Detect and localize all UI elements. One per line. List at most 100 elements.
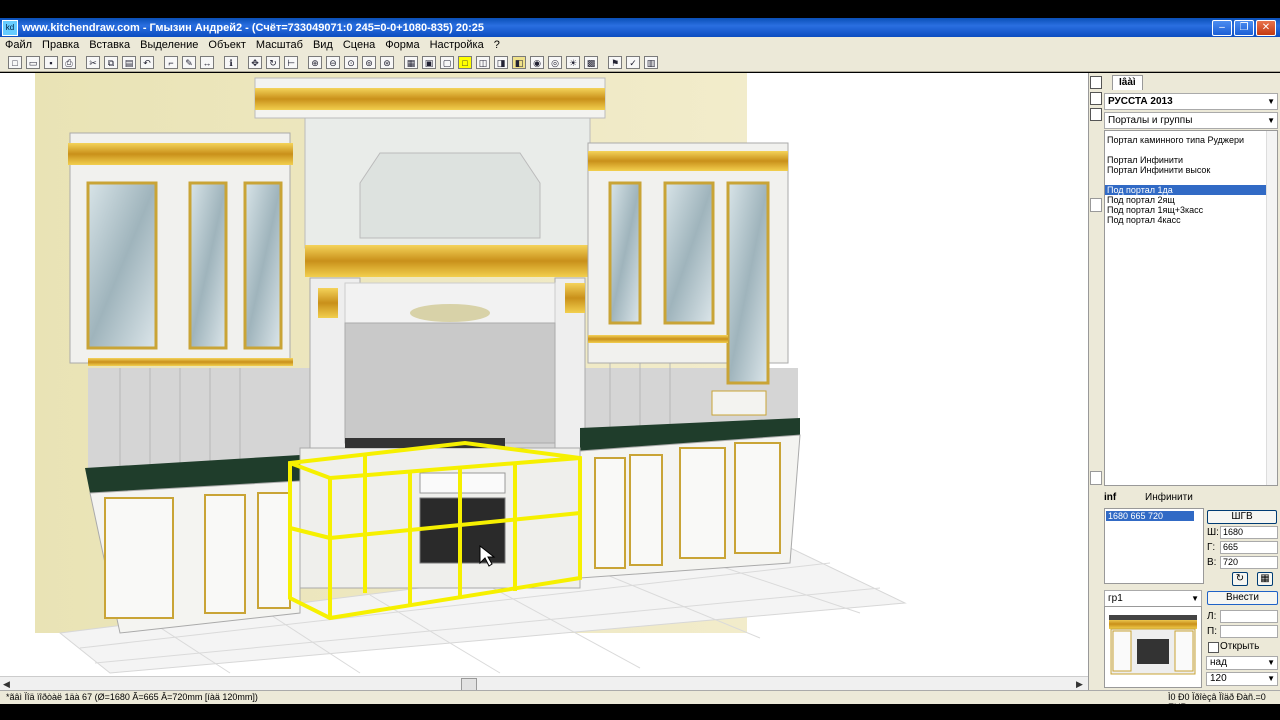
black-bottom-band <box>0 704 1280 720</box>
menu-edit[interactable]: Правка <box>37 39 84 51</box>
plan-view-icon[interactable]: ▦ <box>404 55 418 69</box>
scroll-left-icon[interactable]: ◀ <box>3 677 10 691</box>
status-left: *ãâì Ïîä ïîðòàë 1äà 67 (Ø=1680 Ã=665 Â=7… <box>6 692 258 702</box>
app-icon: kd <box>2 19 18 36</box>
list-item-selected[interactable]: Под портал 1да <box>1105 185 1277 195</box>
3d-viewport[interactable] <box>0 73 1088 676</box>
list-item[interactable] <box>1105 145 1277 155</box>
render-icon[interactable]: ◧ <box>512 55 526 69</box>
open-label: Открыть <box>1220 641 1260 652</box>
cut-icon[interactable]: ✂ <box>86 55 100 69</box>
width-field[interactable]: 1680 <box>1220 526 1278 539</box>
catalog-panel: Iâàì РУССТА 2013 ▼ Порталы и группы ▼ Порт… <box>1102 73 1280 690</box>
save-icon[interactable]: ▪ <box>44 55 58 69</box>
paste-icon[interactable]: ▤ <box>122 55 136 69</box>
stairs-icon[interactable]: ⌐ <box>164 55 178 69</box>
menu-object[interactable]: Объект <box>203 39 250 51</box>
rotate-icon[interactable]: ↻ <box>266 55 280 69</box>
menu-select[interactable]: Выделение <box>135 39 203 51</box>
list-item[interactable]: Портал Инфинити высок <box>1105 165 1277 175</box>
scroll-right-icon[interactable]: ▶ <box>1076 677 1083 691</box>
measure-icon[interactable]: ↔ <box>200 55 214 69</box>
depth-label: Г: <box>1207 542 1216 553</box>
perspective-icon[interactable]: ◫ <box>476 55 490 69</box>
menu-help[interactable]: ? <box>489 39 505 51</box>
menu-file[interactable]: Файл <box>0 39 37 51</box>
zoom-all-icon[interactable]: ⊚ <box>362 55 376 69</box>
width-label: Ш: <box>1207 527 1219 538</box>
wall-view-icon[interactable]: ▢ <box>440 55 454 69</box>
panel-tool-2-icon[interactable] <box>1090 92 1102 105</box>
move-icon[interactable]: ✥ <box>248 55 262 69</box>
zoom-in-icon[interactable]: ⊕ <box>308 55 322 69</box>
right-field[interactable] <box>1220 625 1278 638</box>
offset-select[interactable]: 120 ▼ <box>1206 672 1278 686</box>
calculator-icon[interactable]: ▦ <box>1257 572 1273 586</box>
copy-icon[interactable]: ⧉ <box>104 55 118 69</box>
right-cornice <box>588 151 788 171</box>
kitchen-render <box>35 73 907 674</box>
flag-icon[interactable]: ⚑ <box>608 55 622 69</box>
close-button[interactable]: ✕ <box>1256 20 1276 36</box>
front-view-icon[interactable]: ▣ <box>422 55 436 69</box>
horizontal-scrollbar[interactable]: ◀ ▶ <box>0 676 1088 691</box>
list-item[interactable]: Под портал 1ящ+3касс <box>1105 205 1277 215</box>
info-icon[interactable]: ℹ <box>224 55 238 69</box>
right-label: П: <box>1207 626 1217 637</box>
print-icon[interactable]: ⎙ <box>62 55 76 69</box>
zoom-out-icon[interactable]: ⊖ <box>326 55 340 69</box>
menu-zoom[interactable]: Масштаб <box>251 39 308 51</box>
undo-icon[interactable]: ↶ <box>140 55 154 69</box>
group-code-select[interactable]: гр1 ▼ <box>1104 590 1202 607</box>
catalog-select[interactable]: РУССТА 2013 ▼ <box>1104 93 1278 110</box>
catalog-icon[interactable]: ✓ <box>626 55 640 69</box>
dimension-item[interactable]: 1680 665 720 <box>1106 511 1194 521</box>
height-field[interactable]: 720 <box>1220 556 1278 569</box>
texture-icon[interactable]: ▩ <box>584 55 598 69</box>
list-item[interactable]: Портал каминного типа Руджери <box>1105 135 1277 145</box>
left-field[interactable] <box>1220 610 1278 623</box>
menu-scene[interactable]: Сцена <box>338 39 380 51</box>
insert-button[interactable]: Внести <box>1207 591 1278 605</box>
menu-insert[interactable]: Вставка <box>84 39 135 51</box>
brush-icon[interactable]: ✎ <box>182 55 196 69</box>
list-item[interactable]: Под портал 2ящ <box>1105 195 1277 205</box>
refresh-icon[interactable]: ↻ <box>1232 572 1248 586</box>
menu-settings[interactable]: Настройка <box>425 39 489 51</box>
zoom-window-icon[interactable]: ⊙ <box>344 55 358 69</box>
chevron-down-icon: ▼ <box>1191 594 1199 603</box>
yellow-box-icon[interactable]: □ <box>458 55 472 69</box>
order-icon[interactable]: ▥ <box>644 55 658 69</box>
new-file-icon[interactable]: □ <box>8 55 22 69</box>
list-item[interactable]: Портал Инфинити <box>1105 155 1277 165</box>
panel-tool-3-icon[interactable] <box>1090 108 1102 121</box>
camera-icon[interactable]: ◉ <box>530 55 544 69</box>
list-item[interactable] <box>1105 175 1277 185</box>
align-icon[interactable]: ⊢ <box>284 55 298 69</box>
menu-view[interactable]: Вид <box>308 39 338 51</box>
depth-field[interactable]: 665 <box>1220 541 1278 554</box>
catalog-tab[interactable]: Iâàì <box>1112 75 1143 90</box>
list-item[interactable]: Под портал 4касс <box>1105 215 1277 225</box>
axono-icon[interactable]: ◨ <box>494 55 508 69</box>
minimize-button[interactable]: – <box>1212 20 1232 36</box>
position-select[interactable]: над ▼ <box>1206 656 1278 670</box>
item-list: Портал каминного типа Руджери Портал Инф… <box>1104 130 1278 486</box>
vertical-scroll-thumb[interactable] <box>1090 198 1102 212</box>
photo-icon[interactable]: ◎ <box>548 55 562 69</box>
open-folder-icon[interactable]: ▭ <box>26 55 40 69</box>
list-scrollbar[interactable] <box>1266 131 1277 485</box>
maximize-button[interactable]: ❐ <box>1234 20 1254 36</box>
open-checkbox[interactable] <box>1208 642 1219 653</box>
left-cornice <box>68 143 293 165</box>
hood-cornice <box>255 88 605 110</box>
vertical-scroll-thumb-2[interactable] <box>1090 471 1102 485</box>
light-icon[interactable]: ☀ <box>566 55 580 69</box>
zoom-select-icon[interactable]: ⊛ <box>380 55 394 69</box>
group-select[interactable]: Порталы и группы ▼ <box>1104 112 1278 129</box>
panel-tool-1-icon[interactable] <box>1090 76 1102 89</box>
chevron-down-icon: ▼ <box>1267 674 1275 683</box>
model-row: inf Инфинити <box>1104 492 1280 506</box>
menu-form[interactable]: Форма <box>380 39 424 51</box>
shgv-button[interactable]: ШГВ <box>1207 510 1277 524</box>
